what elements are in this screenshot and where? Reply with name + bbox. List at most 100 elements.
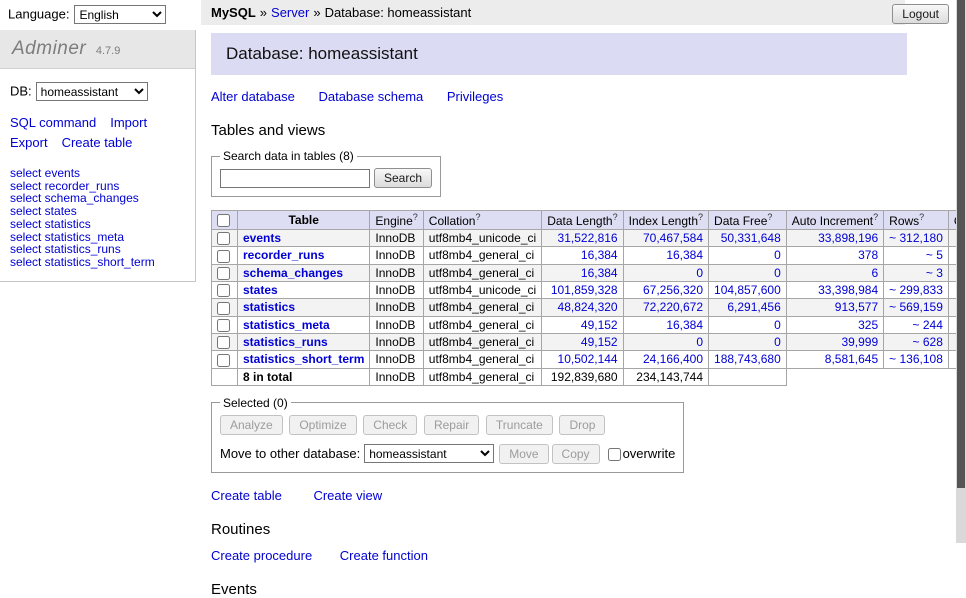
create-link[interactable]: Create view	[313, 488, 382, 503]
help-link[interactable]: ?	[413, 212, 418, 222]
help-link[interactable]: ?	[613, 212, 618, 222]
search-input[interactable]	[220, 169, 370, 188]
sidebar-table-link[interactable]: select statistics	[10, 218, 185, 231]
rows-count-link[interactable]: ~ 628	[913, 335, 943, 349]
sidebar-table-link[interactable]: select statistics_short_term	[10, 256, 185, 269]
routine-link[interactable]: Create function	[340, 548, 428, 563]
row-select-checkbox[interactable]	[217, 319, 230, 332]
index-length-link[interactable]: 72,220,672	[643, 300, 703, 314]
index-length-link[interactable]: 70,467,584	[643, 231, 703, 245]
selected-action-button[interactable]: Analyze	[220, 415, 283, 435]
auto-increment-link[interactable]: 913,577	[835, 300, 878, 314]
auto-increment-link[interactable]: 378	[858, 248, 878, 262]
sql-command-link[interactable]: SQL command	[10, 115, 96, 130]
data-free-link[interactable]: 104,857,600	[714, 283, 781, 297]
create-link[interactable]: Create table	[211, 488, 282, 503]
auto-increment-link[interactable]: 6	[871, 266, 878, 280]
help-link[interactable]: ?	[873, 212, 878, 222]
row-select-checkbox[interactable]	[217, 232, 230, 245]
create-table-link[interactable]: Create table	[62, 135, 133, 150]
select-all-checkbox[interactable]	[217, 214, 230, 227]
database-action-link[interactable]: Database schema	[318, 89, 423, 104]
selected-action-button[interactable]: Drop	[559, 415, 605, 435]
breadcrumb-server-link[interactable]: Server	[271, 5, 309, 20]
row-select-checkbox[interactable]	[217, 302, 230, 315]
logout-button[interactable]: Logout	[892, 4, 949, 24]
table-name-link[interactable]: states	[243, 283, 278, 297]
rows-count-link[interactable]: ~ 299,833	[889, 283, 943, 297]
auto-increment-link[interactable]: 325	[858, 318, 878, 332]
data-length-link[interactable]: 16,384	[581, 248, 618, 262]
index-length-link[interactable]: 16,384	[666, 318, 703, 332]
move-db-select[interactable]: homeassistant	[364, 444, 494, 463]
table-name-link[interactable]: schema_changes	[243, 266, 343, 280]
search-button[interactable]: Search	[374, 168, 432, 188]
sidebar-table-link[interactable]: select states	[10, 205, 185, 218]
rows-count-link[interactable]: ~ 569,159	[889, 300, 943, 314]
data-length-link[interactable]: 101,859,328	[551, 283, 618, 297]
help-link[interactable]: ?	[698, 212, 703, 222]
table-name-link[interactable]: events	[243, 231, 281, 245]
index-length-link[interactable]: 67,256,320	[643, 283, 703, 297]
rows-count-link[interactable]: ~ 312,180	[889, 231, 943, 245]
import-link[interactable]: Import	[110, 115, 147, 130]
move-button[interactable]: Move	[499, 444, 548, 464]
data-free-link[interactable]: 0	[774, 335, 781, 349]
table-name-link[interactable]: recorder_runs	[243, 248, 324, 262]
breadcrumb-mysql-link[interactable]: MySQL	[211, 5, 256, 20]
index-length-link[interactable]: 24,166,400	[643, 352, 703, 366]
database-action-link[interactable]: Privileges	[447, 89, 503, 104]
auto-increment-link[interactable]: 8,581,645	[825, 352, 878, 366]
row-select-checkbox[interactable]	[217, 336, 230, 349]
copy-button[interactable]: Copy	[552, 444, 600, 464]
help-link[interactable]: ?	[767, 212, 772, 222]
index-length-link[interactable]: 16,384	[666, 248, 703, 262]
row-select-checkbox[interactable]	[217, 354, 230, 367]
auto-increment-link[interactable]: 39,999	[841, 335, 878, 349]
help-link[interactable]: ?	[475, 212, 480, 222]
selected-action-button[interactable]: Repair	[424, 415, 479, 435]
data-length-link[interactable]: 49,152	[581, 335, 618, 349]
index-length-link[interactable]: 0	[696, 266, 703, 280]
vertical-scrollbar[interactable]	[956, 0, 966, 543]
data-free-link[interactable]: 0	[774, 318, 781, 332]
data-free-link[interactable]: 0	[774, 266, 781, 280]
adminer-logo[interactable]: Adminer	[12, 38, 86, 59]
data-free-link[interactable]: 188,743,680	[714, 352, 781, 366]
table-name-link[interactable]: statistics_short_term	[243, 352, 364, 366]
routine-link[interactable]: Create procedure	[211, 548, 312, 563]
data-length-link[interactable]: 31,522,816	[558, 231, 618, 245]
selected-action-button[interactable]: Check	[363, 415, 417, 435]
table-name-link[interactable]: statistics_runs	[243, 335, 328, 349]
data-length-link[interactable]: 48,824,320	[558, 300, 618, 314]
help-link[interactable]: ?	[919, 212, 924, 222]
auto-increment-link[interactable]: 33,898,196	[818, 231, 878, 245]
language-select[interactable]: English	[74, 5, 166, 24]
index-length-link[interactable]: 0	[696, 335, 703, 349]
db-select[interactable]: homeassistant	[36, 82, 148, 101]
rows-count-link[interactable]: ~ 244	[913, 318, 943, 332]
data-free-link[interactable]: 50,331,648	[721, 231, 781, 245]
data-length-link[interactable]: 49,152	[581, 318, 618, 332]
sidebar-table-link[interactable]: select events	[10, 167, 185, 180]
rows-count-link[interactable]: ~ 5	[926, 248, 943, 262]
data-length-link[interactable]: 10,502,144	[558, 352, 618, 366]
data-free-link[interactable]: 6,291,456	[727, 300, 780, 314]
data-length-link[interactable]: 16,384	[581, 266, 618, 280]
auto-increment-link[interactable]: 33,398,984	[818, 283, 878, 297]
selected-action-button[interactable]: Truncate	[486, 415, 553, 435]
row-select-checkbox[interactable]	[217, 284, 230, 297]
export-link[interactable]: Export	[10, 135, 48, 150]
database-action-link[interactable]: Alter database	[211, 89, 295, 104]
selected-action-button[interactable]: Optimize	[289, 415, 356, 435]
adminer-version[interactable]: 4.7.9	[96, 45, 120, 57]
row-select-checkbox[interactable]	[217, 250, 230, 263]
table-name-link[interactable]: statistics_meta	[243, 318, 330, 332]
data-free-link[interactable]: 0	[774, 248, 781, 262]
table-name-link[interactable]: statistics	[243, 300, 295, 314]
row-select-checkbox[interactable]	[217, 267, 230, 280]
rows-count-link[interactable]: ~ 3	[926, 266, 943, 280]
scrollbar-thumb[interactable]	[957, 0, 965, 488]
rows-count-link[interactable]: ~ 136,108	[889, 352, 943, 366]
overwrite-checkbox[interactable]	[608, 448, 621, 461]
